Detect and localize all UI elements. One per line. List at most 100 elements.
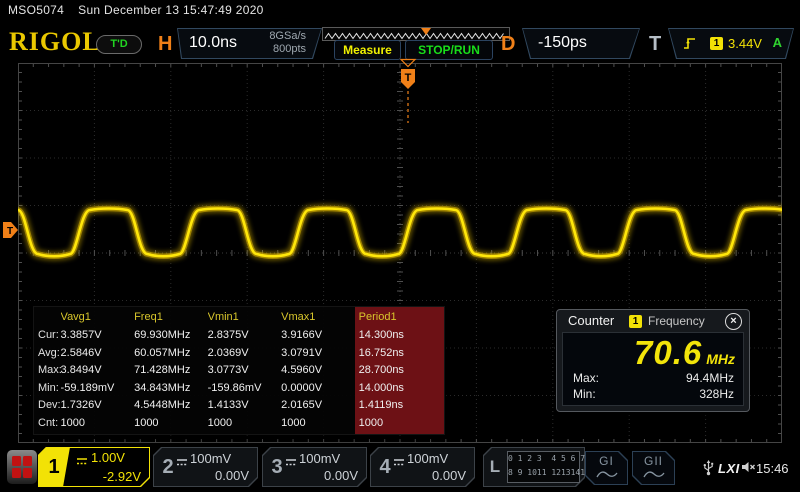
measurement-value: 2.8375V xyxy=(208,327,282,345)
counter-body: 70.6MHz Max: 94.4MHz Min: 328Hz xyxy=(562,332,744,406)
measurement-value: 1000 xyxy=(134,415,208,433)
trigger-level-letter: T xyxy=(7,226,13,237)
measurement-value: 4.5960V xyxy=(281,362,355,380)
measurement-value: 2.0369V xyxy=(208,345,282,363)
datetime: Sun December 13 15:47:49 2020 xyxy=(78,3,264,17)
measurement-value: 28.700ns xyxy=(359,362,444,380)
measurement-column-Freq1[interactable]: Freq169.930MHz60.057MHz71.428MHz34.843MH… xyxy=(134,307,208,434)
trigger-level-marker[interactable]: T xyxy=(2,221,19,239)
measurement-value: -159.86mV xyxy=(208,380,282,398)
model-name: MSO5074 xyxy=(8,3,64,17)
menu-grid-icon xyxy=(12,456,32,478)
trigger-label: T xyxy=(649,33,661,56)
measurement-value: 1000 xyxy=(208,415,282,433)
digital-row-2: 8 9 1011 12131415 xyxy=(508,466,579,480)
measurement-value: 71.428MHz xyxy=(134,362,208,380)
measurement-value: 34.843MHz xyxy=(134,380,208,398)
trigger-position-marker[interactable]: T xyxy=(398,57,418,127)
channel-1-offset: -2.92V xyxy=(103,469,141,484)
dc-coupling-icon xyxy=(393,454,405,472)
waveform-overview-strip[interactable] xyxy=(322,27,510,41)
measurement-value: 1.4133V xyxy=(208,397,282,415)
measurement-row-label: Min: xyxy=(38,380,61,398)
dc-coupling-icon xyxy=(285,454,297,472)
status-line: MSO5074 Sun December 13 15:47:49 2020 xyxy=(8,3,264,17)
channel-2-offset: 0.00V xyxy=(215,468,249,483)
channel-1-scale: 1.00V xyxy=(91,450,125,465)
measurement-value: 3.0773V xyxy=(208,362,282,380)
digital-channel-list: 0 1 2 3 4 5 6 7 8 9 1011 12131415 xyxy=(507,451,580,483)
counter-title: Counter xyxy=(568,313,614,328)
counter-close-button[interactable]: × xyxy=(725,313,742,330)
counter-value: 70.6 xyxy=(634,334,702,371)
source2-label: GII xyxy=(632,454,675,468)
counter-min-value: 328Hz xyxy=(699,387,734,401)
measurement-value: 3.9166V xyxy=(281,327,355,345)
menu-button[interactable] xyxy=(7,450,37,484)
measurements-panel: Cur:Avg:Max:Min:Dev:Cnt:Vavg13.3857V2.58… xyxy=(33,306,445,435)
timebase-value: 10.0ns xyxy=(189,34,237,52)
measurement-value: 1000 xyxy=(61,415,135,433)
channel-3-button[interactable]: 3 100mV 0.00V xyxy=(262,447,367,487)
trigger-position-letter: T xyxy=(405,72,412,84)
stop-run-button[interactable]: STOP/RUN xyxy=(405,40,493,60)
channel-4-button[interactable]: 4 100mV 0.00V xyxy=(370,447,475,487)
trigger-panel[interactable]: 1 3.44V A xyxy=(668,28,794,59)
measurement-value: 1000 xyxy=(281,415,355,433)
measurement-value: 3.0791V xyxy=(281,345,355,363)
measurement-value: 3.8494V xyxy=(61,362,135,380)
counter-min-label: Min: xyxy=(573,387,596,401)
counter-mode: Frequency xyxy=(648,314,705,328)
channel-4-scale: 100mV xyxy=(407,451,448,466)
measurement-name: Period1 xyxy=(359,307,444,327)
measurement-value: 69.930MHz xyxy=(134,327,208,345)
measurement-value: 2.5846V xyxy=(61,345,135,363)
measure-button[interactable]: Measure xyxy=(334,40,401,60)
mute-icon[interactable] xyxy=(741,461,756,473)
source1-label: GI xyxy=(585,454,628,468)
measurement-name: Vmin1 xyxy=(208,307,282,327)
measurement-column-Period1[interactable]: Period114.300ns16.752ns28.700ns14.000ns1… xyxy=(355,307,444,434)
trigger-level-value: 3.44V xyxy=(728,36,762,51)
delay-value: -150ps xyxy=(538,34,587,52)
measurement-row-label: Max: xyxy=(38,362,61,380)
measurement-value: 1.4119ns xyxy=(359,397,444,415)
measurement-value: 14.000ns xyxy=(359,380,444,398)
oscilloscope-screen: MSO5074Sun December 13 15:47:49 2020 RIG… xyxy=(0,0,800,492)
source1-button[interactable]: GI xyxy=(585,451,628,485)
measurement-value: 2.0165V xyxy=(281,397,355,415)
digital-label: L xyxy=(483,447,507,487)
horizontal-label: H xyxy=(158,33,172,56)
measurement-row-label: Avg: xyxy=(38,345,61,363)
sample-rate: 8GSa/s xyxy=(269,30,306,42)
sine-icon xyxy=(596,470,618,481)
dc-coupling-icon xyxy=(76,453,88,471)
measurement-value: 16.752ns xyxy=(359,345,444,363)
channel-3-scale: 100mV xyxy=(299,451,340,466)
measurement-row-label: Cur: xyxy=(38,327,61,345)
source2-button[interactable]: GII xyxy=(632,451,675,485)
measurement-name: Vavg1 xyxy=(61,307,135,327)
measurement-value: 14.300ns xyxy=(359,327,444,345)
delay-panel[interactable]: -150ps xyxy=(522,28,640,59)
horizontal-panel[interactable]: 10.0ns 8GSa/s 800pts xyxy=(177,28,322,59)
measurement-column-Vmax1[interactable]: Vmax13.9166V3.0791V4.5960V0.0000V2.0165V… xyxy=(281,307,355,434)
clock: 15:46 xyxy=(756,461,789,476)
measurement-name: Vmax1 xyxy=(281,307,355,327)
measurement-value: 1000 xyxy=(359,415,444,433)
measurement-column-Vavg1[interactable]: Vavg13.3857V2.5846V3.8494V-59.189mV1.732… xyxy=(61,307,135,434)
measurement-name: Freq1 xyxy=(134,307,208,327)
channel-1-button[interactable]: 1 1.00V -2.92V xyxy=(38,447,150,487)
measurement-value: 1.7326V xyxy=(61,397,135,415)
digital-channels-button[interactable]: L 0 1 2 3 4 5 6 7 8 9 1011 12131415 xyxy=(483,447,585,487)
trigger-sweep-mode: A xyxy=(773,35,782,50)
measurement-value: 3.3857V xyxy=(61,327,135,345)
memory-depth: 800pts xyxy=(273,43,306,55)
counter-source-badge: 1 xyxy=(629,315,642,328)
measurement-row-label: Cnt: xyxy=(38,415,61,433)
measurement-column-Vmin1[interactable]: Vmin12.8375V2.0369V3.0773V-159.86mV1.413… xyxy=(208,307,282,434)
counter-max-label: Max: xyxy=(573,371,599,385)
measurement-value: -59.189mV xyxy=(61,380,135,398)
measurement-value: 60.057MHz xyxy=(134,345,208,363)
channel-2-button[interactable]: 2 100mV 0.00V xyxy=(153,447,258,487)
